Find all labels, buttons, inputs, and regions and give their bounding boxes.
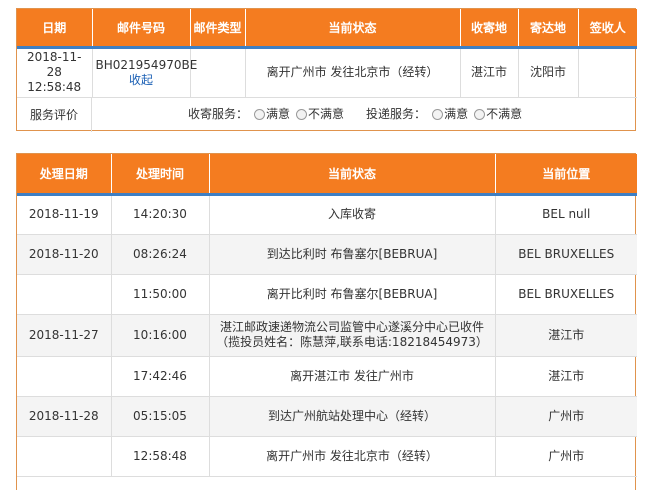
header-current-location: 当前位置 [495,154,637,196]
delivery-unsatisfied-radio[interactable] [474,109,486,120]
delivery-unsatisfied-label: 不满意 [486,107,523,121]
table-row: 2018-11-28 05:15:05 到达广州航站处理中心（经转） 广州市 [17,396,637,437]
table-row: 12:58:48 离开广州市 发往北京市（经转） 广州市 [17,436,637,477]
mail-summary-row: 2018-11- 28 12:58:48 BH021954970BE 收起 离开… [17,47,637,98]
track-time: 08:26:24 [111,234,210,275]
track-date: 2018-11-20 [17,234,112,275]
track-time: 12:58:48 [111,436,210,477]
mail-number-cell: BH021954970BE 收起 [92,47,198,98]
track-location: 湛江市 [495,356,637,397]
header-track-status: 当前状态 [209,154,496,196]
mail-summary-panel: 日期 邮件号码 邮件类型 当前状态 收寄地 寄达地 签收人 2018-11- 2… [16,8,637,132]
mail-signer [578,47,637,98]
header-origin: 收寄地 [460,9,519,49]
track-location: BEL BRUXELLES [495,234,637,275]
track-location: 广州市 [495,396,637,437]
service-evaluation-cell: 服务评价 收寄服务： 满意 不满意 投递服务： 满意 不满意 [17,97,637,132]
track-status: 到达广州航站处理中心（经转） [209,396,496,437]
track-location: 广州市 [495,436,637,477]
collect-service-label: 收寄服务： [188,107,249,121]
mail-origin: 湛江市 [460,47,519,98]
collect-unsatisfied-label: 不满意 [308,107,345,121]
collect-satisfied-label: 满意 [266,107,291,121]
tracking-history-table: 处理日期 处理时间 当前状态 当前位置 2018-11-19 14:20:30 … [17,154,637,477]
tracking-header: 处理日期 处理时间 当前状态 当前位置 [17,154,637,196]
track-location: BEL null [495,194,637,235]
track-time: 14:20:30 [111,194,210,235]
header-mail-number: 邮件号码 [92,9,191,49]
header-process-date: 处理日期 [17,154,112,196]
service-evaluation-label: 服务评价 [17,97,92,132]
track-time: 11:50:00 [111,274,210,315]
delivery-service-group: 投递服务： 满意 不满意 [366,107,522,122]
tracking-history-panel: 处理日期 处理时间 当前状态 当前位置 2018-11-19 14:20:30 … [16,153,637,490]
track-date: 2018-11-28 [17,396,112,437]
track-status: 入库收寄 [209,194,496,235]
delivery-satisfied-label: 满意 [444,107,469,121]
delivery-service-label: 投递服务： [366,107,427,121]
track-status: 离开湛江市 发往广州市 [209,356,496,397]
mail-date: 2018-11- 28 12:58:48 [17,47,93,98]
header-process-time: 处理时间 [111,154,210,196]
mail-status: 离开广州市 发往北京市（经转） [245,47,461,98]
track-time: 10:16:00 [111,314,210,357]
track-time: 17:42:46 [111,356,210,397]
mail-destination: 沈阳市 [518,47,579,98]
table-row: 2018-11-20 08:26:24 到达比利时 布鲁塞尔[BEBRUA] B… [17,234,637,275]
table-row: 11:50:00 离开比利时 布鲁塞尔[BEBRUA] BEL BRUXELLE… [17,274,637,315]
delivery-satisfied-radio[interactable] [432,109,444,120]
track-status: 离开广州市 发往北京市（经转） [209,436,496,477]
header-signer: 签收人 [578,9,637,49]
track-date [17,274,112,315]
header-destination: 寄达地 [518,9,579,49]
track-status: 离开比利时 布鲁塞尔[BEBRUA] [209,274,496,315]
mail-summary-header: 日期 邮件号码 邮件类型 当前状态 收寄地 寄达地 签收人 [17,9,637,49]
track-status-line2: （揽投员姓名：陈慧萍,联系电话:18218454973） [216,335,488,349]
track-status: 湛江邮政速递物流公司监管中心遂溪分中心已收件 （揽投员姓名：陈慧萍,联系电话:1… [209,314,496,357]
track-time: 05:15:05 [111,396,210,437]
track-date [17,436,112,477]
mail-number: BH021954970BE [95,57,198,72]
track-status: 到达比利时 布鲁塞尔[BEBRUA] [209,234,496,275]
track-location: BEL BRUXELLES [495,274,637,315]
header-current-status: 当前状态 [245,9,461,49]
header-date: 日期 [17,9,93,49]
collect-satisfied-radio[interactable] [254,109,266,120]
track-date: 2018-11-19 [17,194,112,235]
header-mail-type: 邮件类型 [190,9,246,49]
mail-summary-table: 日期 邮件号码 邮件类型 当前状态 收寄地 寄达地 签收人 2018-11- 2… [17,9,637,132]
track-date [17,356,112,397]
track-status-line1: 湛江邮政速递物流公司监管中心遂溪分中心已收件 [219,320,484,334]
track-location: 湛江市 [495,314,637,357]
track-date: 2018-11-27 [17,314,112,357]
table-row: 2018-11-19 14:20:30 入库收寄 BEL null [17,194,637,235]
table-row: 17:42:46 离开湛江市 发往广州市 湛江市 [17,356,637,397]
mail-type [190,47,246,98]
service-evaluation-row: 服务评价 收寄服务： 满意 不满意 投递服务： 满意 不满意 [17,97,637,132]
collect-service-group: 收寄服务： 满意 不满意 [188,107,344,122]
collapse-link[interactable]: 收起 [96,73,187,88]
table-row: 2018-11-27 10:16:00 湛江邮政速递物流公司监管中心遂溪分中心已… [17,314,637,357]
collect-unsatisfied-radio[interactable] [296,109,308,120]
